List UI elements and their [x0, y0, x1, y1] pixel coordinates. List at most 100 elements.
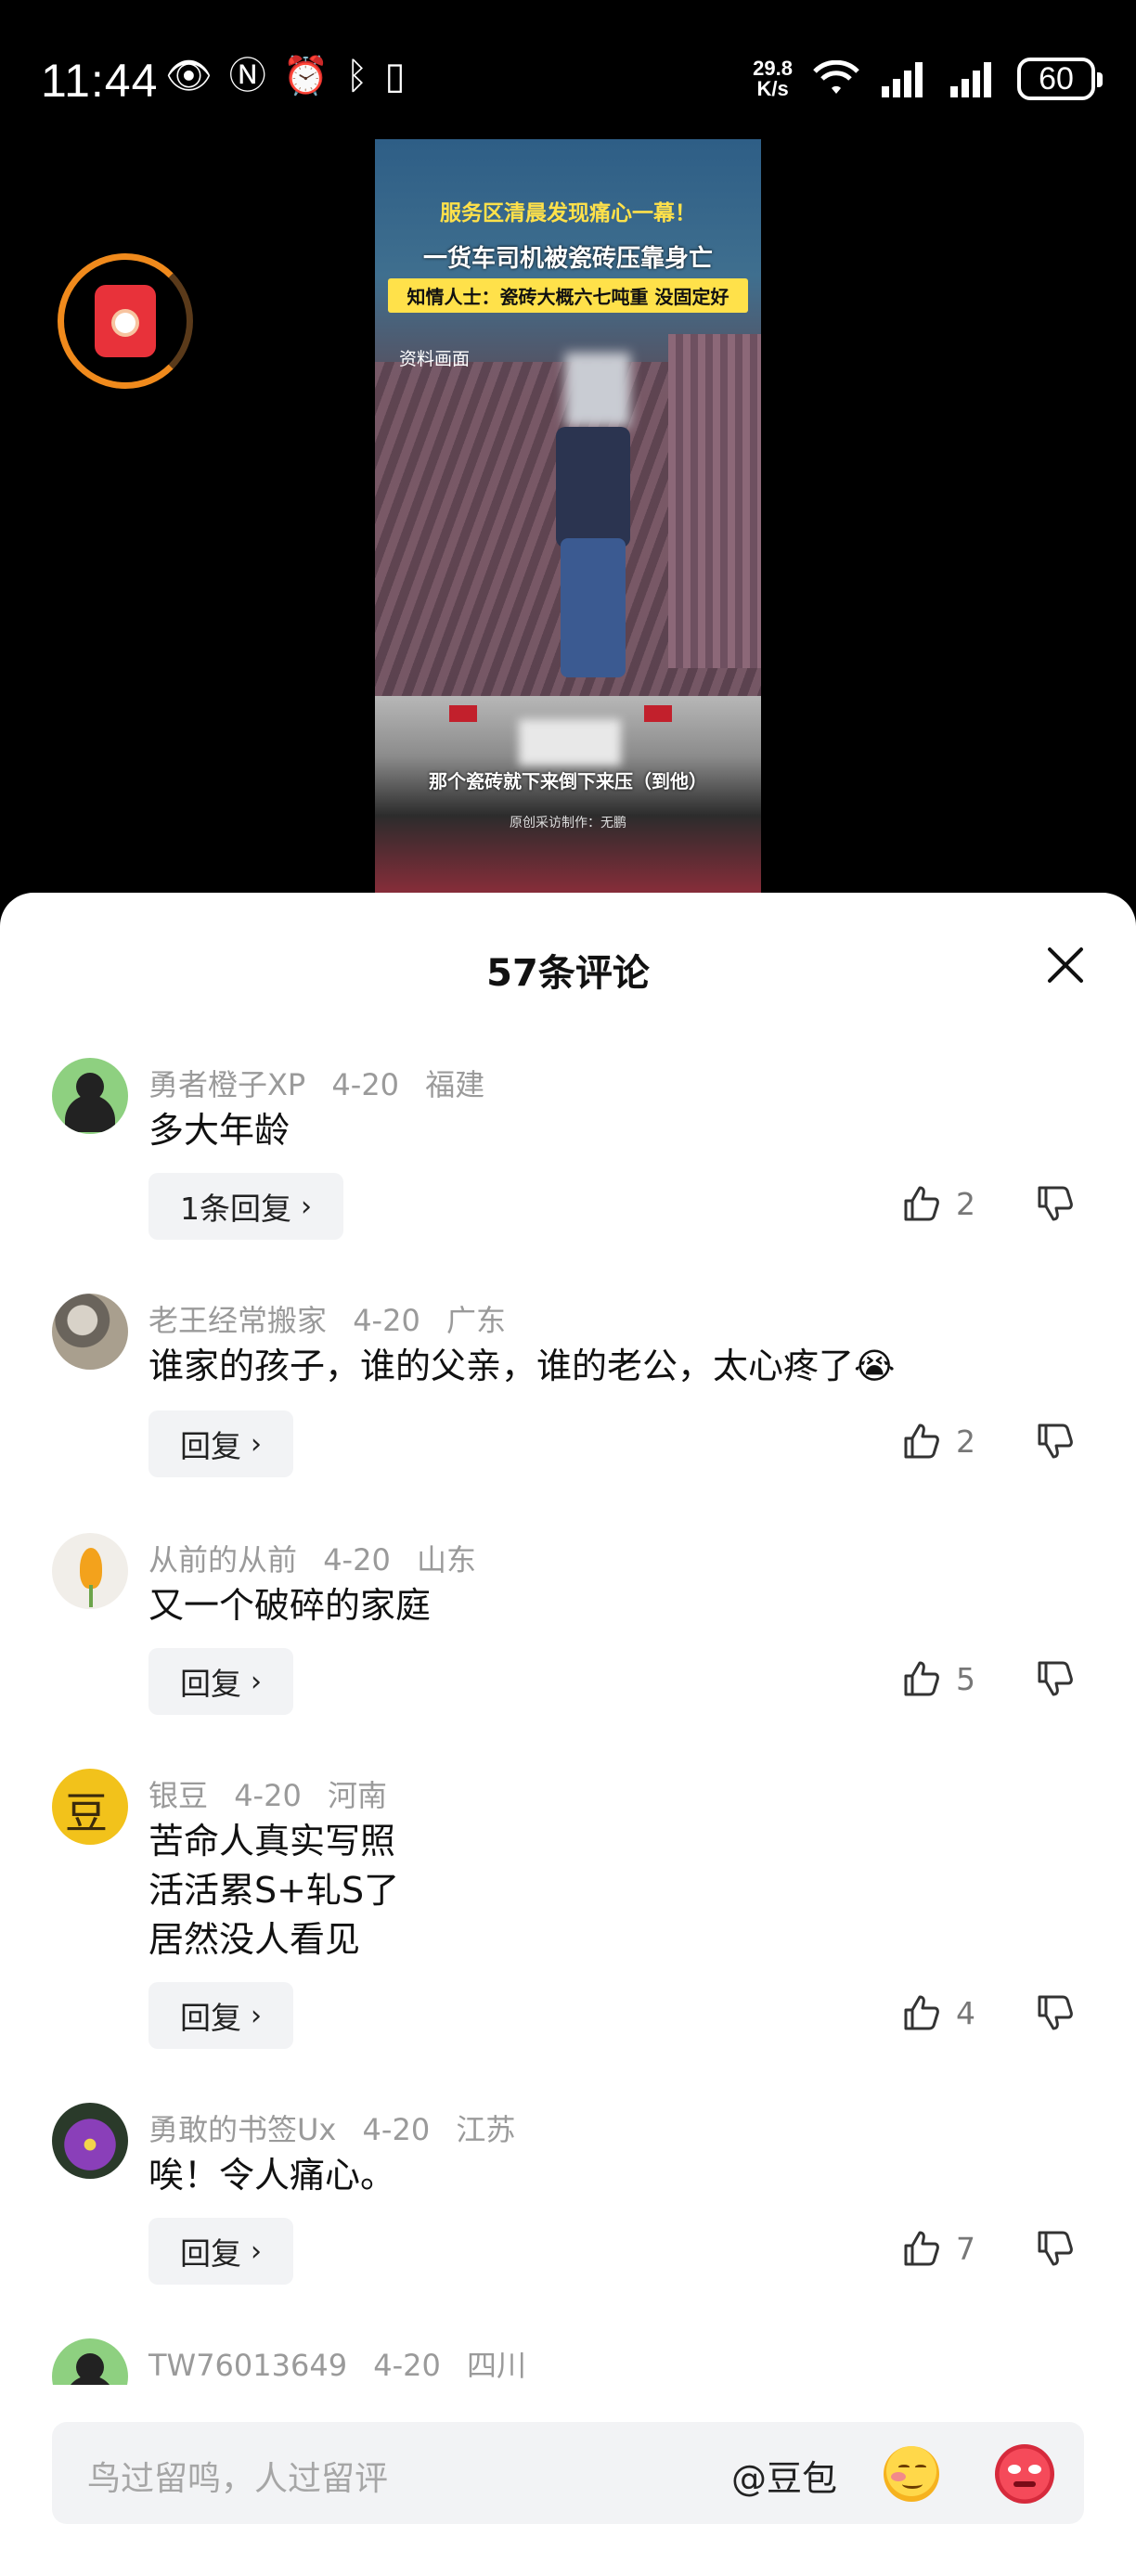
mention-doubao-button[interactable]: @豆包 — [731, 2450, 837, 2501]
thumbs-down-icon[interactable] — [1036, 1659, 1075, 1698]
sticker-icon[interactable] — [995, 2444, 1054, 2504]
comment-text: 又一个破碎的家庭 — [148, 1581, 431, 1630]
reply-label: 1条回复 — [180, 1191, 291, 1227]
comment-username[interactable]: 老王经常搬家 — [148, 1303, 327, 1338]
lotus-avatar[interactable] — [52, 2103, 128, 2179]
comment-line: 居然没人看见 — [148, 1919, 361, 1960]
comment-line: 苦命人真实写照 — [148, 1821, 396, 1861]
status-icons-left: 👁 Ⓝ ⏰ ᛒ ▯ — [165, 58, 406, 95]
nfc-icon: Ⓝ — [228, 55, 266, 97]
reply-button[interactable]: 回复 › — [148, 2218, 293, 2285]
like-button[interactable]: 2 — [902, 1184, 975, 1223]
comment-meta: 勇者橙子XP 4-20 福建 — [148, 1062, 501, 1104]
comment-text: 苦命人真实写照 活活累S+轧S了 居然没人看见 — [148, 1817, 399, 1964]
vibrate-icon: ▯ — [384, 55, 406, 97]
like-button[interactable]: 4 — [902, 1993, 975, 2032]
view-replies-button[interactable]: 1条回复 › — [148, 1173, 343, 1240]
video-headline-3: 知情人士：瓷砖大概六七吨重 没固定好 — [388, 278, 748, 313]
bluetooth-icon: ᛒ — [345, 55, 368, 97]
comment-input-bar[interactable]: 鸟过留鸣，人过留评 @豆包 — [52, 2422, 1084, 2524]
status-bar: 11:44 👁 Ⓝ ⏰ ᛒ ▯ 29.8 K/s 60 — [0, 0, 1136, 139]
comment-line: 多大年龄 — [148, 1110, 290, 1151]
reply-button[interactable]: 回复 › — [148, 1648, 293, 1715]
like-button[interactable]: 2 — [902, 1422, 975, 1461]
comment-item: 老王经常搬家 4-20 广东 谁家的孩子，谁的父亲，谁的老公，太心疼了😭 回复 ›… — [0, 1294, 1136, 1533]
comment-username[interactable]: 勇敢的书签Ux — [148, 2112, 336, 2147]
eye-icon: 👁 — [165, 55, 213, 97]
chevron-right-icon: › — [251, 1427, 262, 1461]
comment-meta: 银豆 4-20 河南 — [148, 1772, 404, 1815]
like-button[interactable]: 5 — [902, 1659, 975, 1698]
thumbs-down-icon[interactable] — [1036, 1184, 1075, 1223]
chevron-right-icon: › — [251, 2235, 262, 2268]
default-avatar[interactable] — [52, 1058, 128, 1134]
comment-meta: TW76013649 4-20 四川 — [148, 2342, 543, 2385]
battery-indicator: 60 — [1017, 58, 1103, 100]
chevron-right-icon: › — [251, 1665, 262, 1698]
video-blur-patch — [519, 719, 621, 766]
comment-item: TW76013649 4-20 四川 — [0, 2338, 1136, 2385]
red-packet-icon — [95, 285, 156, 357]
comments-list[interactable]: 勇者橙子XP 4-20 福建 多大年龄 1条回复 › 2 老王经常搬家 4-20 … — [0, 1058, 1136, 2385]
default-avatar[interactable] — [52, 2338, 128, 2385]
video-player[interactable]: 服务区清晨发现痛心一幕！ 一货车司机被瓷砖压靠身亡 知情人士：瓷砖大概六七吨重 … — [375, 139, 761, 895]
video-scene-tiles-right — [668, 334, 761, 668]
comment-line: 活活累S+轧S了 — [148, 1870, 400, 1911]
like-count: 5 — [956, 1660, 975, 1697]
video-headline-2: 一货车司机被瓷砖压靠身亡 — [422, 245, 713, 273]
video-subtitle: 那个瓷砖就下来倒下来压（到他） — [429, 770, 707, 792]
comment-date: 4-20 — [331, 1067, 400, 1102]
network-speed-unit: K/s — [756, 77, 789, 100]
flower-avatar[interactable] — [52, 1533, 128, 1609]
like-button[interactable]: 7 — [902, 2229, 975, 2268]
like-count: 7 — [956, 2230, 975, 2267]
thumbs-up-icon — [904, 1995, 939, 2030]
chevron-right-icon: › — [251, 1999, 262, 2032]
network-speed-value: 29.8 — [753, 57, 793, 80]
comment-meta: 勇敢的书签Ux 4-20 江苏 — [148, 2106, 532, 2149]
close-icon[interactable] — [1045, 945, 1086, 985]
reply-button[interactable]: 回复 › — [148, 1410, 293, 1477]
thumbs-up-icon — [904, 2231, 939, 2266]
video-tag: 资料画面 — [399, 349, 471, 369]
comment-line: 又一个破碎的家庭 — [148, 1585, 432, 1626]
comment-text: 多大年龄 — [148, 1106, 290, 1155]
video-person — [556, 353, 630, 705]
comment-date: 4-20 — [362, 2112, 431, 2147]
reply-label: 回复 — [180, 2235, 241, 2272]
comment-region: 广东 — [445, 1303, 506, 1338]
comment-region: 福建 — [425, 1067, 485, 1102]
comment-date: 4-20 — [353, 1303, 420, 1338]
thumbs-down-icon[interactable] — [1036, 1422, 1075, 1461]
comment-meta: 老王经常搬家 4-20 广东 — [148, 1297, 523, 1340]
comment-username[interactable]: TW76013649 — [148, 2348, 347, 2383]
comment-item: 豆 银豆 4-20 河南 苦命人真实写照 活活累S+轧S了 居然没人看见 回复 ›… — [0, 1769, 1136, 2103]
thumbs-up-icon — [904, 1423, 939, 1459]
thumbs-up-icon — [904, 1186, 939, 1221]
comment-region: 山东 — [416, 1542, 476, 1578]
reply-button[interactable]: 回复 › — [148, 1982, 293, 2049]
emoji-icon[interactable] — [884, 2446, 939, 2502]
status-icons-right: 29.8 K/s 60 — [753, 58, 1103, 100]
dog-avatar[interactable] — [52, 1294, 128, 1370]
like-count: 2 — [956, 1185, 975, 1222]
comment-line: 唉！令人痛心。 — [148, 2155, 396, 2196]
comment-item: 勇敢的书签Ux 4-20 江苏 唉！令人痛心。 回复 › 7 — [0, 2103, 1136, 2338]
like-count: 2 — [956, 1423, 975, 1460]
like-count: 4 — [956, 1994, 975, 2031]
red-packet-button[interactable] — [58, 253, 193, 389]
comments-title: 57条评论 — [486, 952, 650, 995]
comment-input-placeholder[interactable]: 鸟过留鸣，人过留评 — [87, 2452, 388, 2500]
comment-date: 4-20 — [323, 1542, 391, 1578]
comment-username[interactable]: 勇者橙子XP — [148, 1067, 305, 1102]
alarm-icon: ⏰ — [282, 55, 329, 97]
comment-username[interactable]: 从前的从前 — [148, 1542, 297, 1578]
comment-region: 河南 — [327, 1778, 387, 1813]
wifi-icon — [813, 60, 859, 94]
comment-meta: 从前的从前 4-20 山东 — [148, 1537, 493, 1579]
thumbs-down-icon[interactable] — [1036, 1993, 1075, 2032]
thumbs-down-icon[interactable] — [1036, 2229, 1075, 2268]
network-speed: 29.8 K/s — [753, 58, 793, 99]
calligraphy-avatar[interactable]: 豆 — [52, 1769, 128, 1845]
comment-username[interactable]: 银豆 — [148, 1778, 208, 1813]
